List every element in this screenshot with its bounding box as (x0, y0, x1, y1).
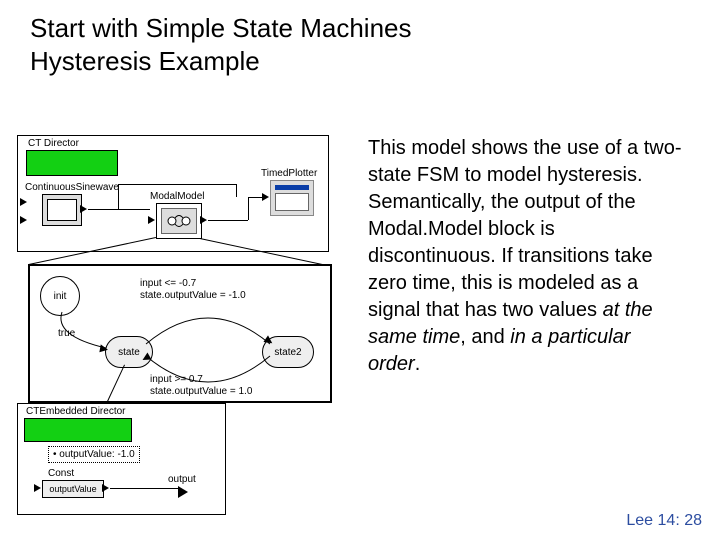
guard1-b: state.outputValue = -1.0 (140, 290, 246, 301)
plotter-screen (275, 193, 309, 211)
param-box: • outputValue: -1.0 (48, 446, 140, 463)
wire (88, 209, 150, 210)
sinewave-actor (42, 194, 82, 226)
refinement-panel: CTEmbedded Director • outputValue: -1.0 … (17, 403, 226, 515)
const-label: Const (48, 468, 74, 479)
const-value: outputValue (49, 484, 96, 494)
port-icon (102, 484, 109, 492)
port-icon (20, 198, 27, 206)
top-diagram-panel: CT Director ContinuousSinewave ModalMode… (17, 135, 329, 252)
port-icon (200, 216, 207, 224)
wire (248, 197, 249, 220)
wire (118, 184, 236, 185)
top-transition-arc (138, 304, 278, 354)
wire (118, 184, 119, 209)
modalmodel-icon (161, 208, 197, 234)
plotter-actor (270, 180, 314, 216)
modalmodel-label: ModalModel (150, 191, 204, 202)
desc-part2: , and (460, 326, 510, 348)
slide: Start with Simple State Machines Hystere… (0, 0, 720, 540)
param-label: outputValue: -1.0 (59, 449, 134, 460)
wire (208, 220, 248, 221)
port-icon (34, 484, 41, 492)
slide-title: Start with Simple State Machines Hystere… (30, 12, 412, 77)
modalmodel-actor (156, 203, 202, 239)
wire (236, 184, 237, 197)
arrowhead-icon (99, 344, 108, 353)
init-state-label: init (54, 291, 67, 302)
title-line-2: Hysteresis Example (30, 46, 260, 76)
description-text: This model shows the use of a two-state … (368, 135, 688, 378)
state1-label: state (118, 347, 140, 358)
port-icon (148, 216, 155, 224)
ctembedded-label: CTEmbedded Director (26, 406, 125, 417)
desc-part1: This model shows the use of a two-state … (368, 137, 681, 321)
port-icon (80, 205, 87, 213)
plotter-titlebar (275, 185, 309, 190)
port-icon (20, 216, 27, 224)
guard2-a: input >= 0.7 (150, 374, 203, 385)
plotter-label: TimedPlotter (261, 168, 317, 179)
const-actor: outputValue (42, 480, 104, 498)
ctembedded-director-block (24, 418, 132, 442)
desc-part3: . (415, 353, 421, 375)
output-port-icon (178, 486, 188, 498)
guard1-a: input <= -0.7 (140, 278, 196, 289)
ct-director-label: CT Director (28, 138, 79, 149)
init-true-label: true (58, 328, 75, 339)
title-line-1: Start with Simple State Machines (30, 13, 412, 43)
wire (248, 197, 264, 198)
guard2-b: state.outputValue = 1.0 (150, 386, 252, 397)
state2-label: state2 (274, 347, 301, 358)
sinewave-inner (47, 199, 77, 221)
slide-number: Lee 14: 28 (626, 512, 702, 530)
fsm-panel: init state state2 true input <= -0.7 sta… (28, 264, 332, 403)
ct-director-block (26, 150, 118, 176)
wire (110, 488, 178, 489)
output-label: output (168, 474, 196, 485)
sinewave-label: ContinuousSinewave (25, 182, 119, 193)
